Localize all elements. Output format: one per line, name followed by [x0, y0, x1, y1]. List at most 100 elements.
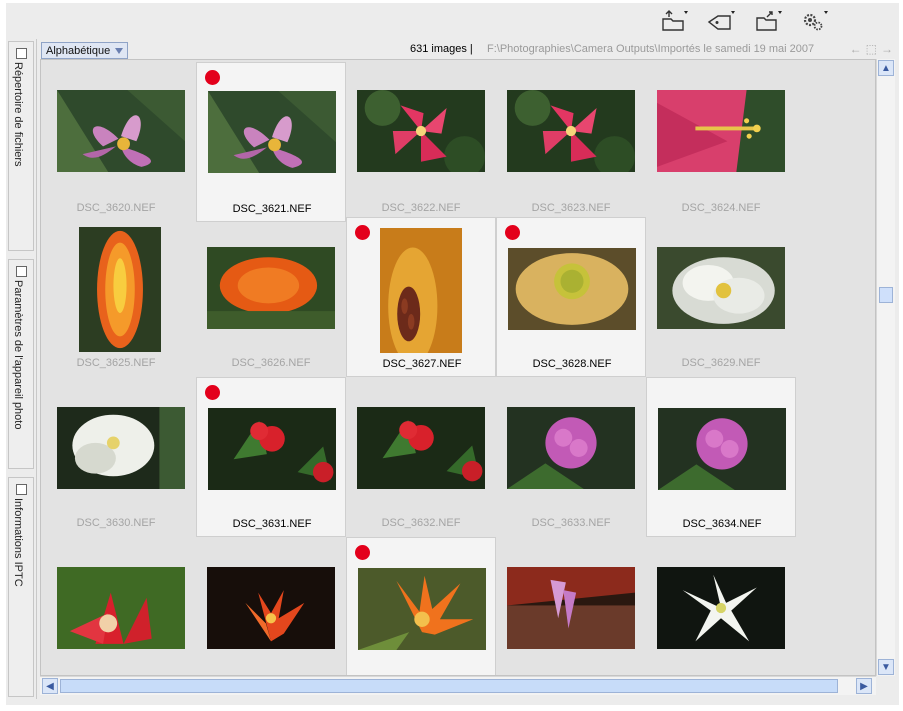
photo-thumbnail[interactable] [508, 248, 636, 330]
folder-nav-icon[interactable]: ⬚ [866, 42, 877, 56]
red-label-dot-icon [505, 225, 520, 240]
settings-gears-icon [803, 11, 828, 31]
forward-arrow-icon[interactable]: → [881, 42, 893, 56]
export-folder-icon [756, 11, 782, 31]
thumbnail-filename: DSC_3627.NEF [382, 358, 462, 370]
photo-thumbnail[interactable] [658, 408, 786, 490]
side-tab-file-directory[interactable]: Répertoire de fichiers [8, 41, 34, 251]
photo-thumbnail[interactable] [657, 90, 785, 172]
toolbar [6, 3, 899, 39]
thumbnail-filename: DSC_3633.NEF [531, 517, 611, 529]
tag-button[interactable] [703, 9, 739, 35]
export-folder-button[interactable] [750, 9, 786, 35]
photo-thumbnail[interactable] [507, 90, 635, 172]
photo-thumbnail[interactable] [208, 408, 336, 490]
side-panel-bar: Répertoire de fichiers Paramètres de l'a… [6, 39, 37, 699]
thumbnail-cell[interactable]: DSC_3624.NEF [646, 62, 796, 222]
side-tab-iptc-info[interactable]: Informations IPTC [8, 477, 34, 697]
thumbnail-filename: DSC_3632.NEF [381, 517, 461, 529]
thumbnail-cell[interactable]: DSC_3632.NEF [346, 377, 496, 537]
scroll-corner [876, 676, 894, 694]
thumbnail-cell[interactable]: DSC_3627.NEF [346, 217, 496, 377]
thumbnail-filename: DSC_3630.NEF [76, 517, 156, 529]
side-tab-camera-settings[interactable]: Paramètres de l'appareil photo [8, 259, 34, 469]
photo-thumbnail[interactable] [208, 91, 336, 173]
thumbnail-filename: DSC_3623.NEF [531, 202, 611, 214]
thumbnail-filename: DSC_3620.NEF [76, 202, 156, 214]
thumbnail-cell[interactable]: DSC_3628.NEF [496, 217, 646, 377]
thumbnail-filename: DSC_3629.NEF [681, 357, 761, 369]
scroll-right-button[interactable]: ▶ [856, 678, 872, 694]
sort-dropdown-value: Alphabétique [46, 44, 111, 57]
scroll-up-button[interactable]: ▲ [878, 60, 894, 76]
thumbnail-cell[interactable] [196, 537, 346, 675]
folder-path: F:\Photographies\Camera Outputs\Importés… [487, 43, 815, 55]
path-navigation: ← ⬚ → [850, 42, 893, 56]
dropdown-arrow-icon [115, 47, 124, 54]
thumbnail-filename: DSC_3621.NEF [232, 203, 312, 215]
thumbnail-filename: DSC_3628.NEF [532, 358, 612, 370]
thumbnail-filename: DSC_3631.NEF [232, 518, 312, 530]
open-folder-icon [662, 10, 688, 31]
photo-thumbnail[interactable] [507, 567, 635, 649]
photo-thumbnail[interactable] [57, 407, 185, 489]
photo-thumbnail[interactable] [357, 407, 485, 489]
thumbnail-filename: DSC_3625.NEF [76, 357, 156, 369]
thumbnail-cell[interactable]: DSC_3630.NEF [41, 377, 191, 537]
side-tab-label: Paramètres de l'appareil photo [12, 280, 24, 430]
sort-dropdown[interactable]: Alphabétique [41, 42, 129, 59]
side-tab-label: Répertoire de fichiers [12, 62, 24, 167]
thumbnail-cell[interactable]: DSC_3626.NEF [196, 217, 346, 377]
thumbnail-cell[interactable] [496, 537, 646, 675]
thumbnail-cell[interactable] [346, 537, 496, 675]
thumbnail-cell[interactable]: DSC_3634.NEF [646, 377, 796, 537]
horizontal-scrollbar[interactable]: ◀ ▶ [40, 676, 876, 695]
vertical-scrollbar[interactable]: ▲ ▼ [876, 59, 895, 676]
thumbnail-cell[interactable]: DSC_3629.NEF [646, 217, 796, 377]
thumbnail-grid: DSC_3620.NEF DSC_3621.NEF DSC_3622.NEF DSC_… [40, 59, 876, 676]
thumbnail-filename: DSC_3626.NEF [231, 357, 311, 369]
thumbnail-cell[interactable] [41, 537, 191, 675]
tag-icon [707, 11, 735, 30]
thumbnail-cell[interactable]: DSC_3623.NEF [496, 62, 646, 222]
photo-thumbnail[interactable] [380, 228, 462, 353]
thumbnail-cell[interactable]: DSC_3622.NEF [346, 62, 496, 222]
thumbnail-cell[interactable]: DSC_3620.NEF [41, 62, 191, 222]
scroll-left-button[interactable]: ◀ [42, 678, 58, 694]
settings-button[interactable] [796, 9, 832, 35]
thumbnail-filename: DSC_3634.NEF [682, 518, 762, 530]
red-label-dot-icon [205, 70, 220, 85]
vertical-scroll-thumb[interactable] [879, 287, 893, 303]
red-label-dot-icon [205, 385, 220, 400]
photo-thumbnail[interactable] [507, 407, 635, 489]
back-arrow-icon[interactable]: ← [850, 42, 862, 56]
photo-thumbnail[interactable] [79, 227, 161, 352]
thumbnail-cell[interactable]: DSC_3621.NEF [196, 62, 346, 222]
open-folder-button[interactable] [656, 9, 692, 35]
photo-thumbnail[interactable] [207, 247, 335, 329]
thumbnail-filename: DSC_3624.NEF [681, 202, 761, 214]
photo-thumbnail[interactable] [657, 567, 785, 649]
browser-window: Répertoire de fichiers Paramètres de l'a… [6, 3, 899, 705]
panel-checkbox-icon [16, 266, 27, 277]
photo-thumbnail[interactable] [358, 568, 486, 650]
horizontal-scroll-thumb[interactable] [60, 679, 838, 693]
panel-checkbox-icon [16, 484, 27, 495]
thumbnail-cell[interactable]: DSC_3631.NEF [196, 377, 346, 537]
red-label-dot-icon [355, 545, 370, 560]
scroll-down-button[interactable]: ▼ [878, 659, 894, 675]
thumbnail-cell[interactable] [646, 537, 796, 675]
red-label-dot-icon [355, 225, 370, 240]
thumbnail-filename: DSC_3622.NEF [381, 202, 461, 214]
photo-thumbnail[interactable] [57, 90, 185, 172]
photo-thumbnail[interactable] [357, 90, 485, 172]
photo-thumbnail[interactable] [657, 247, 785, 329]
photo-thumbnail[interactable] [207, 567, 335, 649]
panel-checkbox-icon [16, 48, 27, 59]
browser-header: Alphabétique 631 images | F:\Photographi… [40, 41, 895, 59]
thumbnail-cell[interactable]: DSC_3633.NEF [496, 377, 646, 537]
photo-thumbnail[interactable] [57, 567, 185, 649]
image-count: 631 images | [410, 43, 473, 55]
thumbnail-cell[interactable]: DSC_3625.NEF [41, 217, 191, 377]
side-tab-label: Informations IPTC [12, 498, 24, 587]
